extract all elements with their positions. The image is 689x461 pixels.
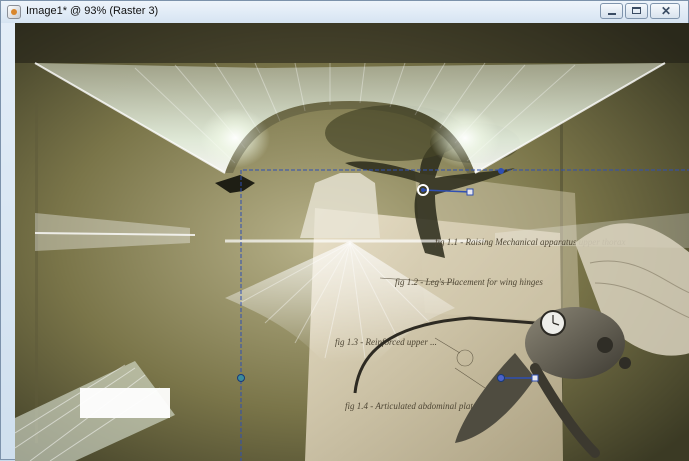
title-bar[interactable]: Image1* @ 93% (Raster 3) ✕ — [1, 1, 688, 23]
window-title: Image1* @ 93% (Raster 3) — [26, 5, 159, 17]
maximize-icon — [632, 7, 641, 14]
minimize-button[interactable] — [600, 3, 623, 19]
annotation-fig4: fig 1.4 - Articulated abdominal plate — [345, 401, 477, 411]
window-controls: ✕ — [600, 3, 680, 19]
maximize-button[interactable] — [625, 3, 648, 19]
annotation-fig2: fig 1.2 - Leg's Placement for wing hinge… — [395, 277, 543, 287]
app-document-icon — [7, 5, 21, 19]
minimize-icon — [608, 13, 616, 15]
image-canvas[interactable]: fig 1.1 - Raising Mechanical apparatus u… — [15, 23, 689, 461]
artwork: fig 1.1 - Raising Mechanical apparatus u… — [15, 23, 689, 461]
close-icon: ✕ — [661, 4, 672, 18]
image-window: Image1* @ 93% (Raster 3) ✕ fig 1.1 - Rai… — [0, 0, 689, 461]
close-button[interactable]: ✕ — [650, 3, 680, 19]
